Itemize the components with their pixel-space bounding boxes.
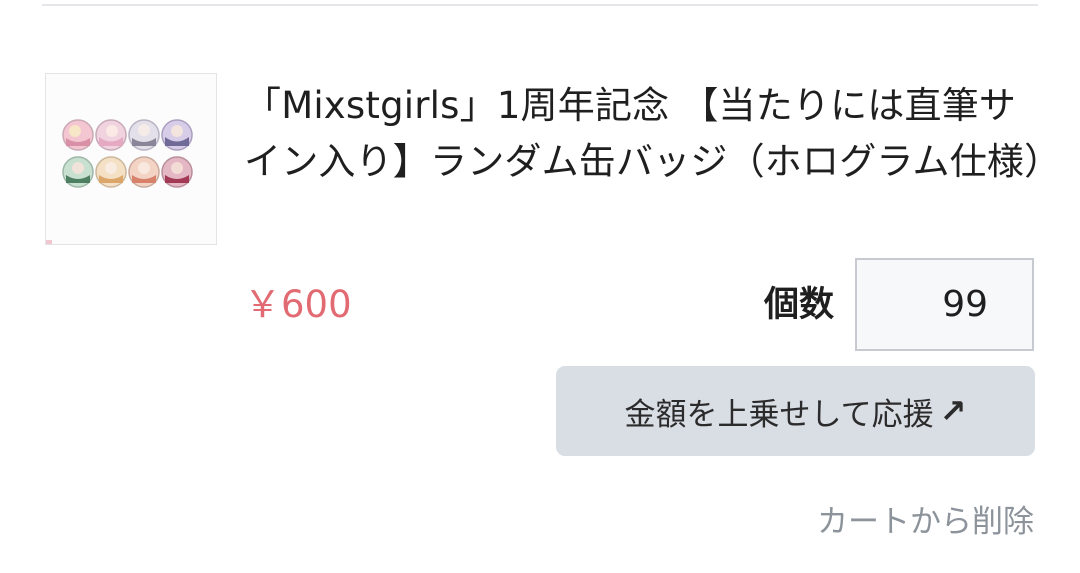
badge-collection-image (46, 74, 216, 244)
support-extra-amount-button[interactable]: 金額を上乗せして応援 ↗ (556, 366, 1035, 456)
arrow-up-right-icon: ↗ (939, 392, 967, 430)
product-price: ￥600 (244, 283, 352, 326)
top-divider (42, 4, 1038, 6)
remove-from-cart-link[interactable]: カートから削除 (817, 500, 1034, 544)
quantity-label: 個数 (764, 285, 835, 325)
product-title[interactable]: 「Mixstgirls」1周年記念 【当たりには直筆サイン入り】ランダム缶バッジ… (244, 78, 1061, 190)
quantity-field[interactable] (855, 258, 1034, 351)
product-thumbnail[interactable] (45, 73, 217, 245)
support-button-label: 金額を上乗せして応援 (624, 396, 934, 433)
